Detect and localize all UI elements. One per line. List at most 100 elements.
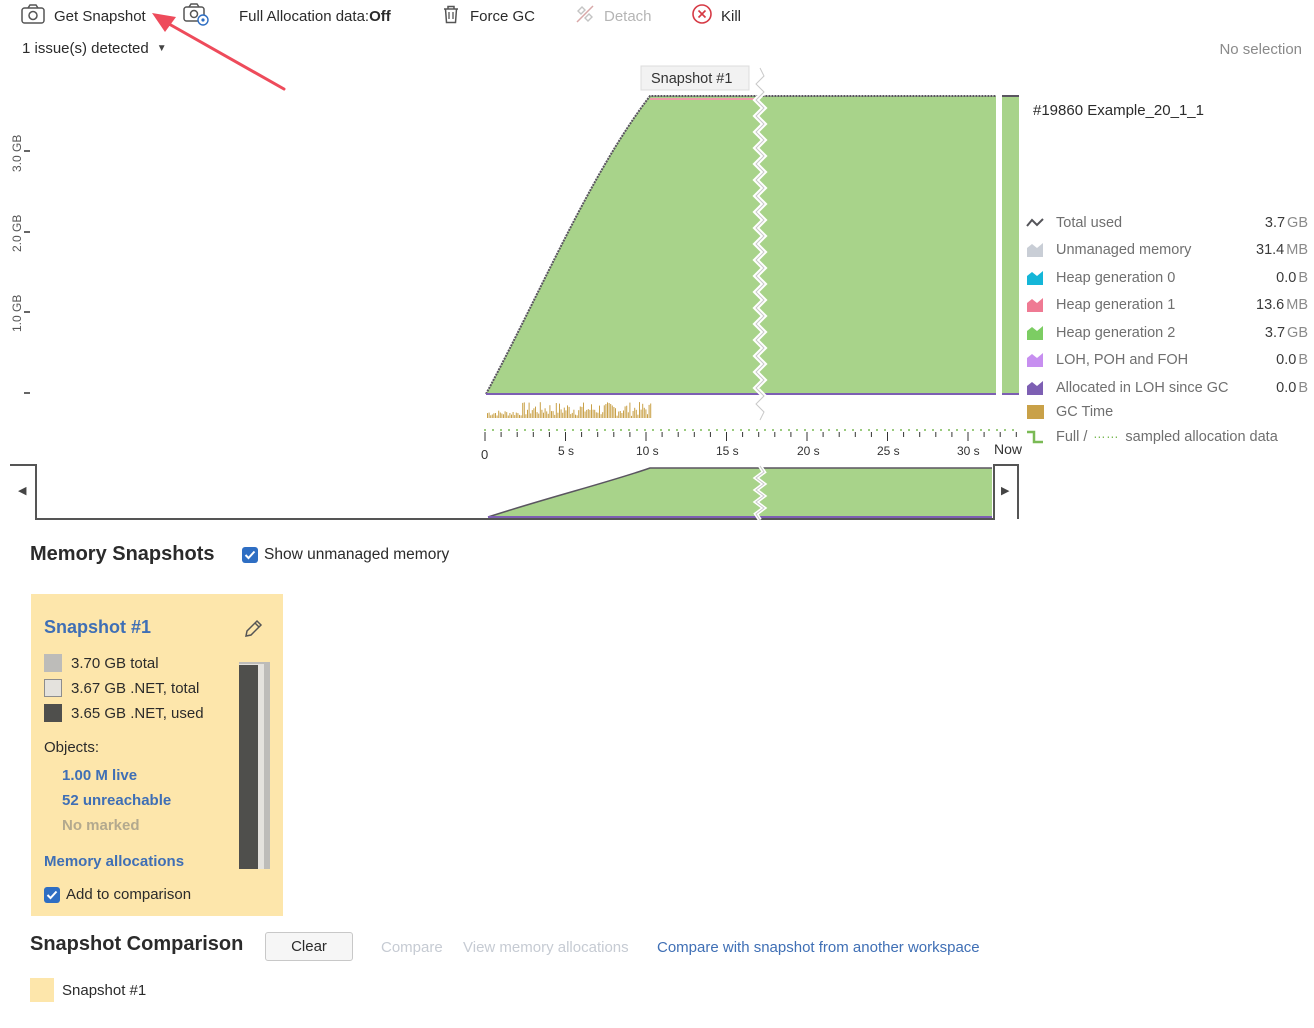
add-to-comparison-checkbox[interactable]: Add to comparison [44,886,191,903]
get-snapshot-button[interactable]: Get Snapshot [20,4,146,28]
view-memory-allocations-link[interactable]: View memory allocations [463,939,629,956]
legend-sampled-label: sampled allocation data [1125,429,1278,445]
gc-time-bar [645,409,647,418]
gc-time-bar [635,409,637,418]
gc-time-bar [605,404,607,418]
compare-link[interactable]: Compare [381,939,443,956]
gc-time-bar [522,402,524,418]
legend-label: Heap generation 1 [1056,297,1176,313]
gc-time-bar [507,415,509,418]
legend-value: 31.4 [1256,242,1285,258]
legend-unit: GB [1287,215,1308,231]
gc-time-bar [619,411,621,418]
gc-time-bar [563,407,565,418]
y-axis: 3.0 GB 2.0 GB 1.0 GB [10,135,30,394]
area-icon [1027,298,1043,312]
legend-unit: B [1298,352,1308,368]
legend-heap-gen-0[interactable]: Heap generation 0 0.0 B [1026,268,1308,288]
gc-time-bar [514,415,516,418]
legend-label: Total used [1056,215,1123,231]
gc-time-bar [595,412,597,418]
gc-time-bar [501,413,503,418]
gc-time-bar [541,409,543,418]
gc-time-bar [627,412,629,418]
edit-icon[interactable] [242,618,264,644]
gc-time-bar [490,415,492,418]
memory-allocations-link[interactable]: Memory allocations [44,853,184,870]
gc-time-bar [515,412,517,418]
detach-icon [574,3,596,29]
force-gc-label: Force GC [470,7,536,25]
snapshot-total: 3.70 GB total [71,654,159,672]
live-objects-link[interactable]: 1.00 M live [62,767,137,784]
legend-value: 13.6 [1256,297,1285,313]
comparison-item[interactable]: Snapshot #1 [30,978,146,1002]
compare-other-workspace-link[interactable]: Compare with snapshot from another works… [657,939,980,956]
detach-label: Detach [604,7,652,25]
snapshot-marker[interactable]: Snapshot #1 [640,65,750,91]
x-tick-label: 25 s [877,444,900,458]
legend-gc-time[interactable]: GC Time [1026,402,1308,422]
memory-timeline-chart[interactable]: 3.0 GB 2.0 GB 1.0 GB Snapshot #1 0 5 s 1… [0,64,1024,464]
x-tick-label: 0 [481,447,488,462]
gc-time-bar [567,405,568,418]
snapshot-comparison-title: Snapshot Comparison [30,933,244,955]
snapshot-card-title[interactable]: Snapshot #1 [44,617,151,638]
gc-time-bar [629,402,631,418]
gc-time-bar [573,409,575,418]
gc-time-bar [562,412,564,418]
kill-button[interactable]: Kill [691,4,741,28]
gc-time-bar [571,412,573,418]
area-icon [1027,271,1043,285]
detach-button[interactable]: Detach [574,4,652,28]
show-unmanaged-checkbox[interactable]: Show unmanaged memory [242,546,449,564]
scroll-right-arrow[interactable]: ▶ [1001,484,1009,497]
timeline-overview[interactable] [10,462,1022,524]
legend-allocation-data[interactable]: Full / ⋯⋯ sampled allocation data [1026,427,1308,447]
area-icon [1027,353,1043,367]
gc-time-bar [613,407,615,418]
x-tick-label: 30 s [957,444,980,458]
clear-button[interactable]: Clear [265,932,353,961]
camera-icon [20,3,46,29]
legend-unmanaged-memory[interactable]: Unmanaged memory 31.4 MB [1026,240,1308,260]
gc-time-bar [503,414,504,418]
comparison-item-label: Snapshot #1 [62,981,147,999]
gc-time-bar [517,413,519,418]
gc-time-bar [547,413,549,418]
legend-label: LOH, POH and FOH [1056,352,1189,368]
issues-dropdown[interactable]: 1 issue(s) detected ▼ [22,40,167,57]
gc-time-bar [647,414,648,418]
gc-time-bar [525,414,527,418]
y-tick-label: 3.0 GB [10,135,24,172]
gc-time-bar [607,402,608,418]
legend-heap-gen-1[interactable]: Heap generation 1 13.6 MB [1026,295,1308,315]
force-gc-button[interactable]: Force GC [440,4,535,28]
gc-time-bar [610,404,612,418]
unreachable-objects-link[interactable]: 52 unreachable [62,792,171,809]
scroll-left-arrow[interactable]: ◀ [18,484,26,497]
legend-total-used[interactable]: Total used 3.7 GB [1026,213,1308,233]
gc-time-bar [602,412,604,418]
legend-loh-poh-foh[interactable]: LOH, POH and FOH 0.0 B [1026,350,1308,370]
legend-allocated-loh[interactable]: Allocated in LOH since GC 0.0 B [1026,378,1308,398]
gc-time-bar [626,405,628,418]
gc-time-bar [560,409,562,418]
snapshot-marker-label: Snapshot #1 [651,71,732,87]
legend-value: 3.7 [1264,215,1286,231]
gc-time-bar [519,414,520,418]
gc-time-bar [552,411,554,418]
gc-time-bar [559,403,560,418]
gc-time-bar [493,413,495,418]
gc-time-bar [568,406,570,418]
legend-value: 0.0 [1276,270,1297,286]
gc-time-bar [634,407,636,418]
gc-time-bar [536,412,538,418]
legend-heap-gen-2[interactable]: Heap generation 2 3.7 GB [1026,323,1308,343]
process-name: #19860 Example_20_1_1 [1033,102,1204,119]
gc-time-bar [575,414,576,418]
get-snapshot-label: Get Snapshot [54,7,146,25]
legend-label: Allocated in LOH since GC [1056,380,1229,396]
gc-time-bar [555,403,557,418]
add-to-comparison-label: Add to comparison [66,886,192,903]
